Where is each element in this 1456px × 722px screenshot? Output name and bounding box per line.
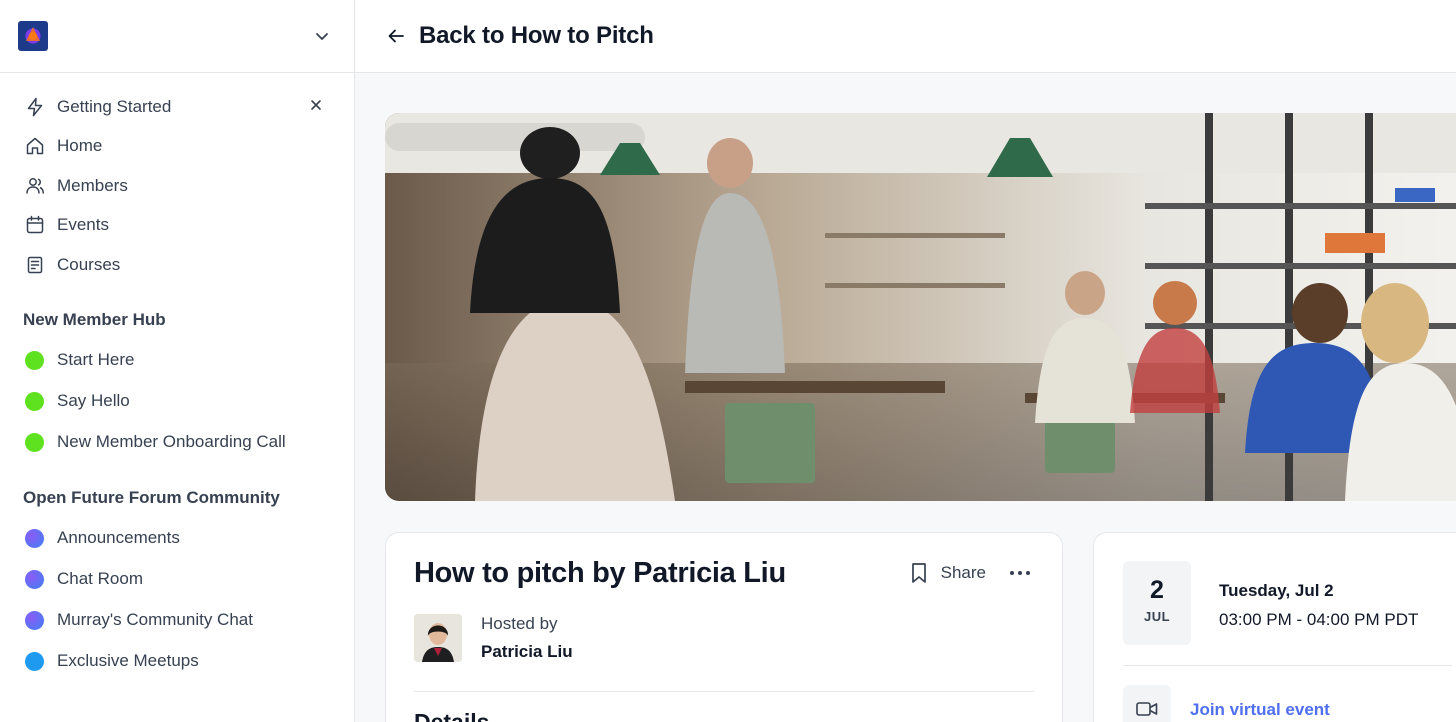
sidebar: Getting Started Home Members Events Cour… bbox=[0, 0, 355, 722]
bookmark-icon[interactable] bbox=[907, 561, 931, 585]
channel-dot-icon bbox=[25, 610, 44, 630]
section-title-new-member-hub: New Member Hub bbox=[23, 309, 166, 329]
channel-announcements[interactable]: Announcements bbox=[0, 518, 354, 559]
back-link[interactable]: Back to How to Pitch bbox=[419, 22, 654, 50]
divider bbox=[414, 691, 1034, 692]
nav-item-events[interactable]: Events bbox=[0, 206, 354, 246]
channel-label: Start Here bbox=[57, 350, 135, 369]
courses-icon bbox=[24, 254, 46, 276]
channel-label: Say Hello bbox=[57, 391, 130, 410]
host-info: Hosted by Patricia Liu bbox=[414, 614, 573, 662]
channel-list: Announcements Chat Room Murray's Communi… bbox=[0, 518, 354, 682]
section-title-community: Open Future Forum Community bbox=[23, 487, 280, 507]
channel-onboarding-call[interactable]: New Member Onboarding Call bbox=[0, 422, 354, 463]
channel-exclusive-meetups[interactable]: Exclusive Meetups bbox=[0, 641, 354, 682]
close-icon[interactable] bbox=[306, 95, 326, 115]
channel-murrays-chat[interactable]: Murray's Community Chat bbox=[0, 600, 354, 641]
chevron-down-icon[interactable] bbox=[308, 22, 336, 50]
nav-item-label: Home bbox=[57, 136, 103, 156]
members-icon bbox=[24, 175, 46, 197]
main-nav: Getting Started Home Members Events Cour… bbox=[0, 73, 354, 285]
channel-chat-room[interactable]: Chat Room bbox=[0, 559, 354, 600]
channel-start-here[interactable]: Start Here bbox=[0, 340, 354, 381]
event-title: How to pitch by Patricia Liu bbox=[414, 557, 786, 589]
channel-label: Announcements bbox=[57, 528, 180, 547]
community-logo[interactable] bbox=[18, 21, 48, 51]
divider bbox=[1123, 665, 1452, 666]
channel-label: Chat Room bbox=[57, 569, 143, 588]
event-time: 03:00 PM - 04:00 PM PDT bbox=[1219, 610, 1419, 629]
event-date: Tuesday, Jul 2 bbox=[1219, 581, 1334, 600]
date-day: 2 bbox=[1150, 576, 1164, 604]
page-header: Back to How to Pitch bbox=[355, 0, 1456, 73]
host-name[interactable]: Patricia Liu bbox=[481, 642, 573, 662]
nav-item-members[interactable]: Members bbox=[0, 166, 354, 206]
channel-dot-icon bbox=[25, 432, 44, 452]
channel-dot-icon bbox=[25, 350, 44, 370]
channel-dot-icon bbox=[25, 391, 44, 411]
video-camera-icon bbox=[1123, 685, 1171, 722]
event-schedule-card: 2 JUL Tuesday, Jul 2 03:00 PM - 04:00 PM… bbox=[1093, 532, 1456, 722]
nav-item-home[interactable]: Home bbox=[0, 127, 354, 167]
event-actions: Share bbox=[907, 561, 1032, 585]
calendar-icon bbox=[24, 214, 46, 236]
channel-dot-icon bbox=[25, 651, 44, 671]
channel-label: Murray's Community Chat bbox=[57, 610, 253, 629]
avatar[interactable] bbox=[414, 614, 462, 662]
date-badge: 2 JUL bbox=[1123, 561, 1191, 645]
more-options-icon[interactable] bbox=[1008, 561, 1032, 585]
channel-dot-icon bbox=[25, 569, 44, 589]
nav-item-label: Members bbox=[57, 175, 128, 195]
details-heading: Details bbox=[414, 709, 490, 722]
nav-item-courses[interactable]: Courses bbox=[0, 245, 354, 285]
event-card: How to pitch by Patricia Liu Share Hoste… bbox=[385, 532, 1063, 722]
date-month: JUL bbox=[1143, 609, 1171, 624]
channel-label: New Member Onboarding Call bbox=[57, 432, 286, 451]
home-icon bbox=[24, 135, 46, 157]
nav-item-getting-started[interactable]: Getting Started bbox=[0, 87, 354, 127]
nav-item-label: Getting Started bbox=[57, 96, 172, 116]
community-switcher[interactable] bbox=[0, 0, 354, 73]
channel-label: Exclusive Meetups bbox=[57, 651, 199, 670]
channel-dot-icon bbox=[25, 528, 44, 548]
event-cover-image bbox=[385, 113, 1456, 501]
channel-say-hello[interactable]: Say Hello bbox=[0, 381, 354, 422]
arrow-left-icon[interactable] bbox=[387, 26, 407, 46]
nav-item-label: Events bbox=[57, 215, 109, 235]
share-button[interactable]: Share bbox=[941, 563, 986, 583]
nav-item-label: Courses bbox=[57, 254, 121, 274]
lightning-icon bbox=[24, 96, 46, 118]
hosted-by-label: Hosted by bbox=[481, 614, 558, 633]
join-virtual-event-link[interactable]: Join virtual event bbox=[1190, 700, 1330, 720]
channel-list: Start Here Say Hello New Member Onboardi… bbox=[0, 340, 354, 463]
